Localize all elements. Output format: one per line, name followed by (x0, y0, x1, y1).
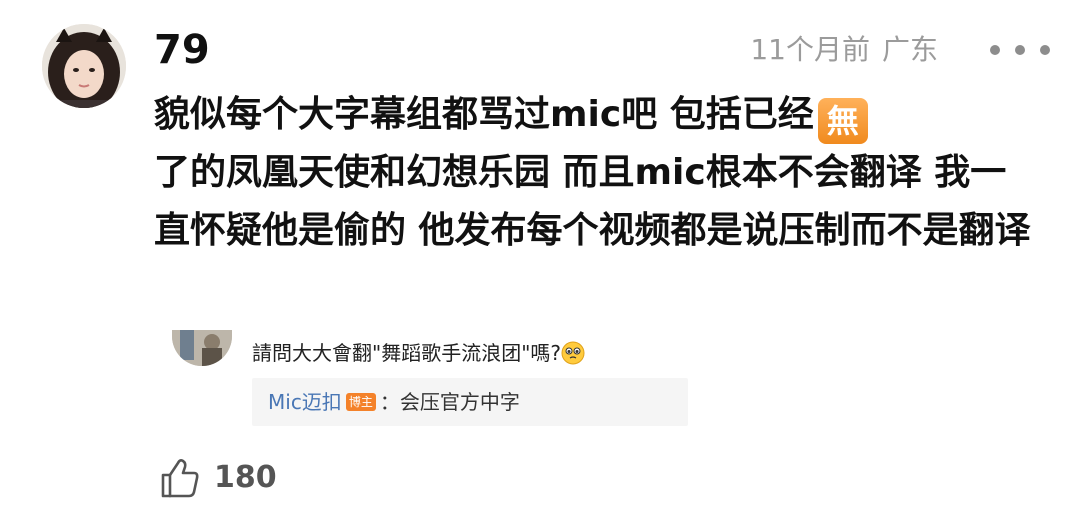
quote-question: 請問大大會翻"舞蹈歌手流浪团"嗎? (252, 336, 585, 370)
quote-avatar (172, 330, 232, 366)
pleading-face-emoji (561, 341, 585, 365)
comment-location: 广东 (881, 33, 938, 66)
like-button[interactable]: 180 (160, 456, 277, 500)
more-horizontal-icon (990, 45, 1000, 55)
more-options-button[interactable] (990, 33, 1050, 67)
reply-box: Mic迈扣 博主 ：会压官方中字 (252, 378, 688, 426)
comment-text-part2: 了的凤凰天使和幻想乐园 而且mic根本不会翻译 我一直怀疑他是偷的 他发布每个视… (154, 152, 1031, 251)
comment-text-part1: 貌似每个大字幕组都骂过mic吧 包括已经 (154, 94, 814, 135)
username[interactable]: 79 (154, 26, 210, 74)
wu-badge-icon: 無 (817, 98, 868, 144)
reply-line: Mic迈扣 博主 ：会压官方中字 (268, 386, 520, 418)
quoted-screenshot[interactable]: 請問大大會翻"舞蹈歌手流浪团"嗎? Mic迈扣 博主 ：会压官方中字 (172, 330, 688, 428)
reply-text: ：会压官方中字 (379, 390, 520, 414)
quote-question-text: 請問大大會翻"舞蹈歌手流浪团"嗎? (252, 341, 562, 365)
reply-author[interactable]: Mic迈扣 (268, 390, 342, 414)
like-count: 180 (214, 460, 277, 495)
avatar[interactable] (42, 24, 126, 108)
comment-meta: 11个月前 广东 (750, 30, 938, 70)
more-dot (1040, 45, 1050, 55)
comment-text: 貌似每个大字幕组都骂过mic吧 包括已经無了的凤凰天使和幻想乐园 而且mic根本… (154, 86, 1034, 260)
comment-time: 11个月前 (750, 33, 870, 66)
thumbs-up-icon (161, 459, 199, 498)
more-dot (1015, 45, 1025, 55)
author-badge: 博主 (345, 393, 376, 411)
